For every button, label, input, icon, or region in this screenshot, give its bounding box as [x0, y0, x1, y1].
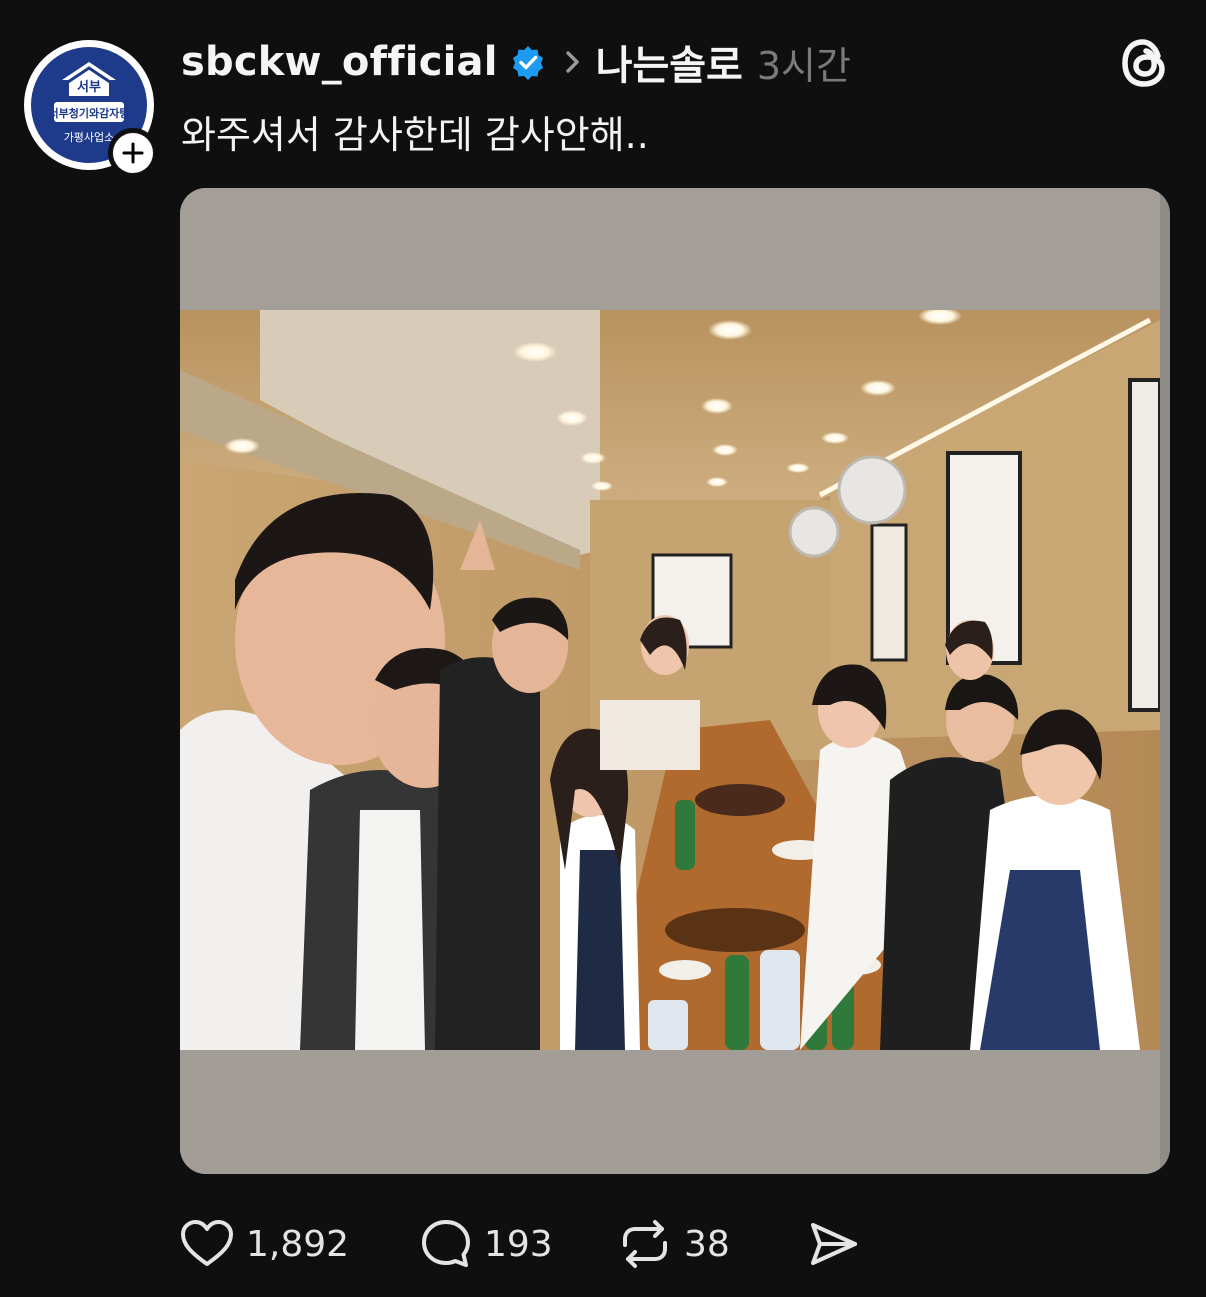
post-caption: 와주셔서 감사한데 감사안해.. — [181, 113, 649, 157]
follow-button[interactable] — [108, 128, 158, 178]
avatar-top-text: 서부 — [77, 80, 101, 95]
topic-tag-link[interactable]: 나는솔로 — [596, 33, 743, 91]
like-count: 1,892 — [246, 1223, 350, 1265]
comment-bubble-icon — [422, 1220, 470, 1267]
plus-icon — [122, 142, 144, 164]
reply-button[interactable]: 193 — [420, 1218, 620, 1270]
repost-count: 38 — [684, 1223, 730, 1265]
post-header: sbckw_official 나는솔로 3시간 — [181, 34, 851, 90]
post-actions-bar: 1,892 193 38 — [180, 1212, 860, 1276]
repost-icon — [623, 1220, 667, 1268]
media-letterbox-top — [180, 188, 1160, 310]
chevron-right-icon — [565, 51, 579, 73]
reply-count: 193 — [484, 1223, 553, 1265]
author-avatar-container[interactable]: 서부 서부청기와감자탕 가평사업소 — [24, 40, 158, 182]
username-link[interactable]: sbckw_official — [181, 39, 498, 85]
verified-badge-icon — [512, 46, 543, 80]
like-button[interactable]: 1,892 — [180, 1219, 355, 1269]
media-carousel-edge — [1160, 188, 1170, 1174]
threads-logo-icon[interactable] — [1118, 36, 1172, 90]
send-icon — [811, 1223, 857, 1265]
heart-icon — [181, 1220, 233, 1266]
share-button[interactable] — [808, 1220, 860, 1268]
post-timestamp[interactable]: 3시간 — [757, 35, 851, 90]
repost-button[interactable]: 38 — [618, 1218, 808, 1270]
group-photo-image[interactable] — [180, 310, 1160, 1050]
post-media[interactable] — [180, 188, 1170, 1174]
avatar-bottom-text: 가평사업소 — [64, 131, 115, 144]
media-letterbox-bottom — [180, 1050, 1160, 1174]
avatar-mid-text: 서부청기와감자탕 — [49, 106, 130, 120]
